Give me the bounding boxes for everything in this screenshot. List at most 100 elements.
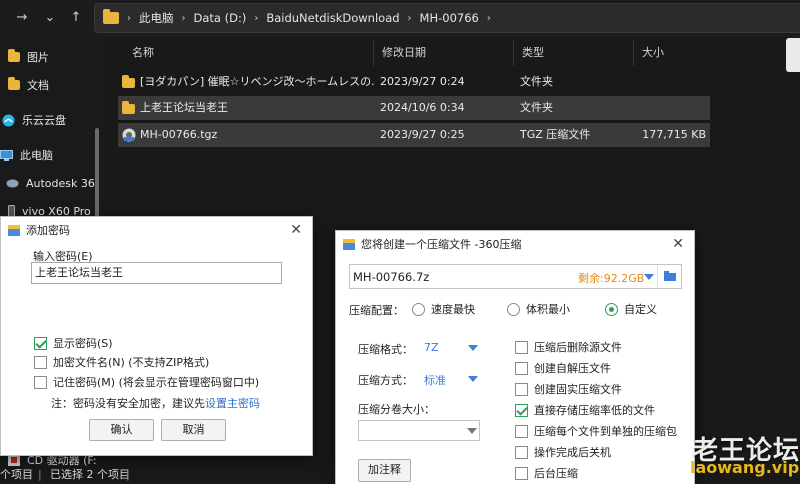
split-size-label: 压缩分卷大小： xyxy=(358,403,435,416)
dropdown-chevron-icon[interactable]: ⌄ xyxy=(42,10,58,26)
folder-icon xyxy=(8,49,20,62)
checkbox-label: 直接存储压缩率低的文件 xyxy=(534,404,655,417)
dialog-title: 您将创建一个压缩文件 -360压缩 xyxy=(361,238,522,251)
method-select[interactable]: 标准 xyxy=(420,368,480,388)
remember-password-checkbox[interactable]: 记住密码(M) (将会显示在管理密码窗口中) xyxy=(34,374,259,390)
table-row[interactable]: 上老王论坛当老王 2024/10/6 0:34 文件夹 xyxy=(118,96,710,120)
checkbox-label: 压缩后删除源文件 xyxy=(534,341,622,354)
folder-icon xyxy=(122,75,135,88)
file-size: 177,715 KB xyxy=(642,128,706,141)
checkbox-label: 创建自解压文件 xyxy=(534,362,611,375)
sidebar-item-label: 文档 xyxy=(27,79,49,92)
sidebar-item-documents[interactable]: 文档 xyxy=(8,74,49,96)
checkbox[interactable] xyxy=(34,336,47,350)
forward-arrow-icon[interactable]: → xyxy=(14,10,30,26)
file-name: [ヨダカパン] 催眠☆リベンジ改～ホームレスの... xyxy=(140,75,374,88)
self-extract-checkbox[interactable]: 创建自解压文件 xyxy=(515,360,611,376)
checkbox[interactable] xyxy=(515,382,528,396)
breadcrumb-item[interactable]: BaiduNetdiskDownload xyxy=(266,11,399,25)
ok-button[interactable]: 确认 xyxy=(89,419,154,441)
breadcrumb: › 此电脑 › Data (D:) › BaiduNetdiskDownload… xyxy=(119,10,499,26)
folder-icon xyxy=(8,77,20,90)
archive-file-icon xyxy=(122,128,136,142)
format-select[interactable]: 7Z xyxy=(420,337,480,357)
sidebar-item-label: 乐云云盘 xyxy=(22,114,66,127)
security-note: 注：密码没有安全加密，建议先设置主密码 xyxy=(51,395,260,411)
table-row[interactable]: [ヨダカパン] 催眠☆リベンジ改～ホームレスの... 2023/9/27 0:2… xyxy=(118,70,710,94)
sidebar-item-pictures[interactable]: 图片 xyxy=(8,46,49,68)
breadcrumb-item[interactable]: 此电脑 xyxy=(139,10,174,26)
note-text: 注：密码没有安全加密，建议先 xyxy=(51,397,205,410)
status-item-count: 个项目 xyxy=(0,468,33,481)
chevron-right-icon: › xyxy=(127,12,131,24)
sidebar-item-this-pc[interactable]: 此电脑 xyxy=(0,144,53,166)
column-header-name[interactable]: 名称 xyxy=(124,40,374,66)
separate-archives-checkbox[interactable]: 压缩每个文件到单独的压缩包 xyxy=(515,423,677,439)
file-name: MH-00766.tgz xyxy=(140,128,218,141)
format-label: 压缩格式： xyxy=(358,343,413,356)
breadcrumb-item[interactable]: Data (D:) xyxy=(194,11,247,25)
checkbox[interactable] xyxy=(34,375,47,389)
column-header-date[interactable]: 修改日期 xyxy=(374,40,514,66)
show-password-checkbox[interactable]: 显示密码(S) xyxy=(34,335,113,351)
chevron-down-icon xyxy=(467,428,477,434)
chevron-down-icon[interactable] xyxy=(644,274,654,280)
delete-source-checkbox[interactable]: 压缩后删除源文件 xyxy=(515,339,622,355)
sidebar-item-autodesk[interactable]: Autodesk 36 xyxy=(6,172,95,194)
free-space: 剩余:92.2GB xyxy=(578,272,645,285)
sidebar-item-cloud[interactable]: 乐云云盘 xyxy=(2,109,66,131)
config-fastest-radio[interactable]: 速度最快 xyxy=(412,301,475,317)
dialog-titlebar: 您将创建一个压缩文件 -360压缩 ✕ xyxy=(336,231,694,257)
column-header-size[interactable]: 大小 xyxy=(634,40,710,66)
status-selected: 已选择 2 个项目 xyxy=(50,468,130,481)
shutdown-checkbox[interactable]: 操作完成后关机 xyxy=(515,444,611,460)
checkbox[interactable] xyxy=(34,355,47,369)
checkbox[interactable] xyxy=(515,361,528,375)
checkbox[interactable] xyxy=(515,403,528,417)
file-type: 文件夹 xyxy=(520,75,553,88)
watermark-url: laowang.vip xyxy=(690,458,800,477)
solid-archive-checkbox[interactable]: 创建固实压缩文件 xyxy=(515,381,622,397)
archive-filename[interactable]: MH-00766.7z xyxy=(353,270,429,284)
file-date: 2023/9/27 0:25 xyxy=(380,128,465,141)
chevron-down-icon xyxy=(468,376,478,382)
radio-label: 体积最小 xyxy=(526,303,570,316)
radio-button[interactable] xyxy=(507,302,520,316)
archive-app-icon xyxy=(8,225,20,236)
monitor-icon xyxy=(0,149,13,161)
status-divider: | xyxy=(126,468,130,481)
browse-folder-button[interactable] xyxy=(657,265,681,288)
chevron-down-icon xyxy=(468,345,478,351)
column-header-type[interactable]: 类型 xyxy=(514,40,634,66)
config-custom-radio[interactable]: 自定义 xyxy=(605,301,657,317)
checkbox[interactable] xyxy=(515,466,528,480)
set-master-password-link[interactable]: 设置主密码 xyxy=(205,397,260,410)
checkbox-label: 创建固实压缩文件 xyxy=(534,383,622,396)
close-icon[interactable]: ✕ xyxy=(672,236,684,252)
network-drive-icon xyxy=(6,179,19,187)
password-input[interactable]: 上老王论坛当老王 xyxy=(31,262,282,284)
checkbox[interactable] xyxy=(515,424,528,438)
cloud-drive-icon xyxy=(2,114,15,126)
archive-app-icon xyxy=(343,239,355,250)
cancel-button[interactable]: 取消 xyxy=(161,419,226,441)
file-type: TGZ 压缩文件 xyxy=(520,128,591,141)
checkbox[interactable] xyxy=(515,340,528,354)
store-low-ratio-checkbox[interactable]: 直接存储压缩率低的文件 xyxy=(515,402,655,418)
chevron-right-icon: › xyxy=(486,12,491,24)
encrypt-filenames-checkbox[interactable]: 加密文件名(N) (不支持ZIP格式) xyxy=(34,354,209,370)
up-arrow-icon[interactable]: ↑ xyxy=(68,10,84,26)
checkbox[interactable] xyxy=(515,445,528,459)
address-bar[interactable]: › 此电脑 › Data (D:) › BaiduNetdiskDownload… xyxy=(94,3,800,33)
close-icon[interactable]: ✕ xyxy=(290,222,302,238)
table-row[interactable]: MH-00766.tgz 2023/9/27 0:25 TGZ 压缩文件 177… xyxy=(118,123,710,147)
breadcrumb-item[interactable]: MH-00766 xyxy=(420,11,479,25)
archive-path-field[interactable]: MH-00766.7z 剩余:92.2GB xyxy=(349,264,682,289)
radio-button[interactable] xyxy=(412,302,425,316)
dialog-titlebar: 添加密码 ✕ xyxy=(1,217,312,243)
add-comment-button[interactable]: 加注释 xyxy=(358,459,411,482)
split-size-select[interactable] xyxy=(358,420,480,441)
radio-button[interactable] xyxy=(605,302,618,316)
background-compress-checkbox[interactable]: 后台压缩 xyxy=(515,465,578,481)
config-smallest-radio[interactable]: 体积最小 xyxy=(507,301,570,317)
